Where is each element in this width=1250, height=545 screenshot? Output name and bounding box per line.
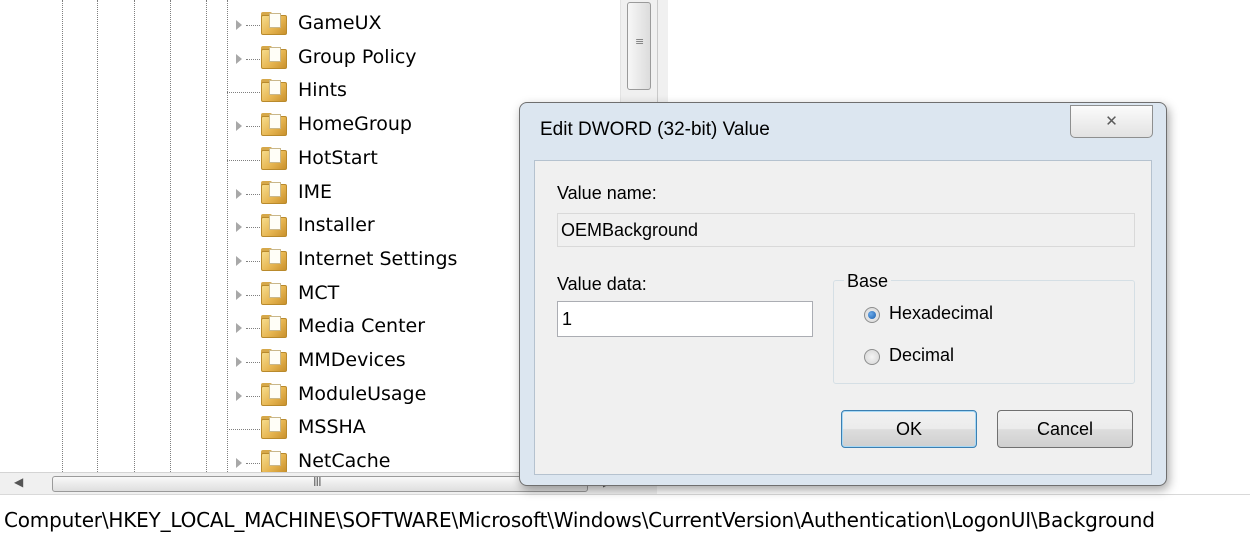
expand-arrow-icon[interactable] bbox=[236, 188, 242, 199]
tree-connector-line bbox=[227, 429, 260, 431]
folder-icon bbox=[261, 12, 287, 35]
tree-item-label[interactable]: NetCache bbox=[298, 449, 390, 472]
tree-connector-line bbox=[246, 58, 260, 60]
hexadecimal-radio[interactable] bbox=[864, 307, 880, 323]
expand-arrow-icon[interactable] bbox=[236, 20, 242, 30]
tree-connector-line bbox=[246, 260, 260, 262]
tree-item-label[interactable]: Media Center bbox=[298, 314, 425, 338]
folder-icon bbox=[261, 79, 287, 103]
edit-dword-dialog: Edit DWORD (32-bit) Value ✕ Value name: … bbox=[519, 102, 1167, 486]
expand-arrow-icon[interactable] bbox=[236, 255, 242, 266]
folder-icon bbox=[261, 416, 287, 440]
value-name-label: Value name: bbox=[557, 183, 657, 203]
grip-icon: III bbox=[313, 475, 322, 489]
tree-connector-line bbox=[246, 227, 260, 229]
value-name-field: OEMBackground bbox=[557, 213, 1135, 247]
value-data-input[interactable]: 1 bbox=[557, 301, 813, 337]
expand-arrow-icon[interactable] bbox=[236, 323, 242, 334]
folder-icon bbox=[261, 315, 287, 339]
tree-item-label[interactable]: GameUX bbox=[298, 11, 382, 35]
value-data-label: Value data: bbox=[557, 274, 647, 294]
tree-connector-line bbox=[246, 294, 260, 296]
folder-icon bbox=[261, 349, 287, 372]
tree-item-label[interactable]: MMDevices bbox=[298, 348, 406, 372]
tree-connector-line bbox=[246, 362, 260, 363]
status-bar: Computer\HKEY_LOCAL_MACHINE\SOFTWARE\Mic… bbox=[0, 494, 1250, 545]
tree-connector-line bbox=[246, 328, 260, 330]
tree-item-label[interactable]: Group Policy bbox=[298, 45, 417, 69]
scroll-left-icon[interactable]: ◀ bbox=[14, 475, 23, 489]
tree-connector-line bbox=[227, 92, 260, 94]
decimal-label[interactable]: Decimal bbox=[889, 345, 954, 366]
base-group: Base Hexadecimal Decimal bbox=[833, 271, 1135, 384]
grip-icon: ≡ bbox=[635, 35, 645, 48]
ok-button[interactable]: OK bbox=[841, 410, 977, 448]
tree-connector-line bbox=[246, 395, 260, 397]
tree-item-label[interactable]: HomeGroup bbox=[298, 112, 412, 136]
folder-icon bbox=[261, 45, 287, 69]
tree-item-label[interactable]: Installer bbox=[298, 213, 375, 237]
base-group-label: Base bbox=[844, 271, 892, 292]
expand-arrow-icon[interactable] bbox=[236, 390, 242, 401]
registry-path: Computer\HKEY_LOCAL_MACHINE\SOFTWARE\Mic… bbox=[4, 508, 1155, 532]
horizontal-scroll-thumb[interactable]: III bbox=[52, 475, 588, 492]
tree-item-label[interactable]: MCT bbox=[298, 281, 339, 305]
folder-icon bbox=[261, 450, 287, 472]
vertical-scroll-thumb[interactable]: ≡ bbox=[627, 2, 651, 90]
expand-arrow-icon[interactable] bbox=[236, 458, 242, 469]
tree-connector-line bbox=[246, 25, 260, 26]
tree-connector-line bbox=[246, 193, 260, 195]
close-icon: ✕ bbox=[1105, 112, 1118, 130]
cancel-button[interactable]: Cancel bbox=[997, 410, 1133, 448]
dialog-title: Edit DWORD (32-bit) Value bbox=[540, 119, 770, 140]
decimal-radio[interactable] bbox=[864, 349, 880, 365]
folder-icon bbox=[261, 214, 287, 238]
expand-arrow-icon[interactable] bbox=[236, 289, 242, 300]
tree-connector-line bbox=[227, 159, 260, 161]
folder-icon bbox=[261, 180, 287, 204]
expand-arrow-icon[interactable] bbox=[236, 53, 242, 64]
folder-icon bbox=[261, 146, 287, 170]
tree-item-label[interactable]: Internet Settings bbox=[298, 247, 457, 271]
hexadecimal-label[interactable]: Hexadecimal bbox=[889, 303, 993, 324]
folder-icon bbox=[261, 247, 287, 271]
tree-item-label[interactable]: ModuleUsage bbox=[298, 382, 426, 406]
tree-connector-line bbox=[246, 126, 260, 128]
expand-arrow-icon[interactable] bbox=[236, 121, 242, 132]
tree-connector-line bbox=[246, 463, 260, 465]
tree-item-label[interactable]: IME bbox=[298, 180, 332, 204]
tree-item-label[interactable]: MSSHA bbox=[298, 415, 366, 439]
folder-icon bbox=[261, 281, 287, 305]
dialog-body: Value name: OEMBackground Value data: 1 … bbox=[534, 160, 1152, 475]
tree-item[interactable]: Group Policy bbox=[0, 42, 640, 75]
tree-item-label[interactable]: HotStart bbox=[298, 146, 378, 170]
folder-icon bbox=[261, 382, 287, 406]
expand-arrow-icon[interactable] bbox=[236, 357, 242, 367]
tree-item[interactable]: GameUX bbox=[0, 8, 640, 41]
expand-arrow-icon[interactable] bbox=[236, 222, 242, 233]
tree-item-label[interactable]: Hints bbox=[298, 78, 347, 102]
close-button[interactable]: ✕ bbox=[1070, 105, 1153, 138]
folder-icon bbox=[261, 113, 287, 137]
